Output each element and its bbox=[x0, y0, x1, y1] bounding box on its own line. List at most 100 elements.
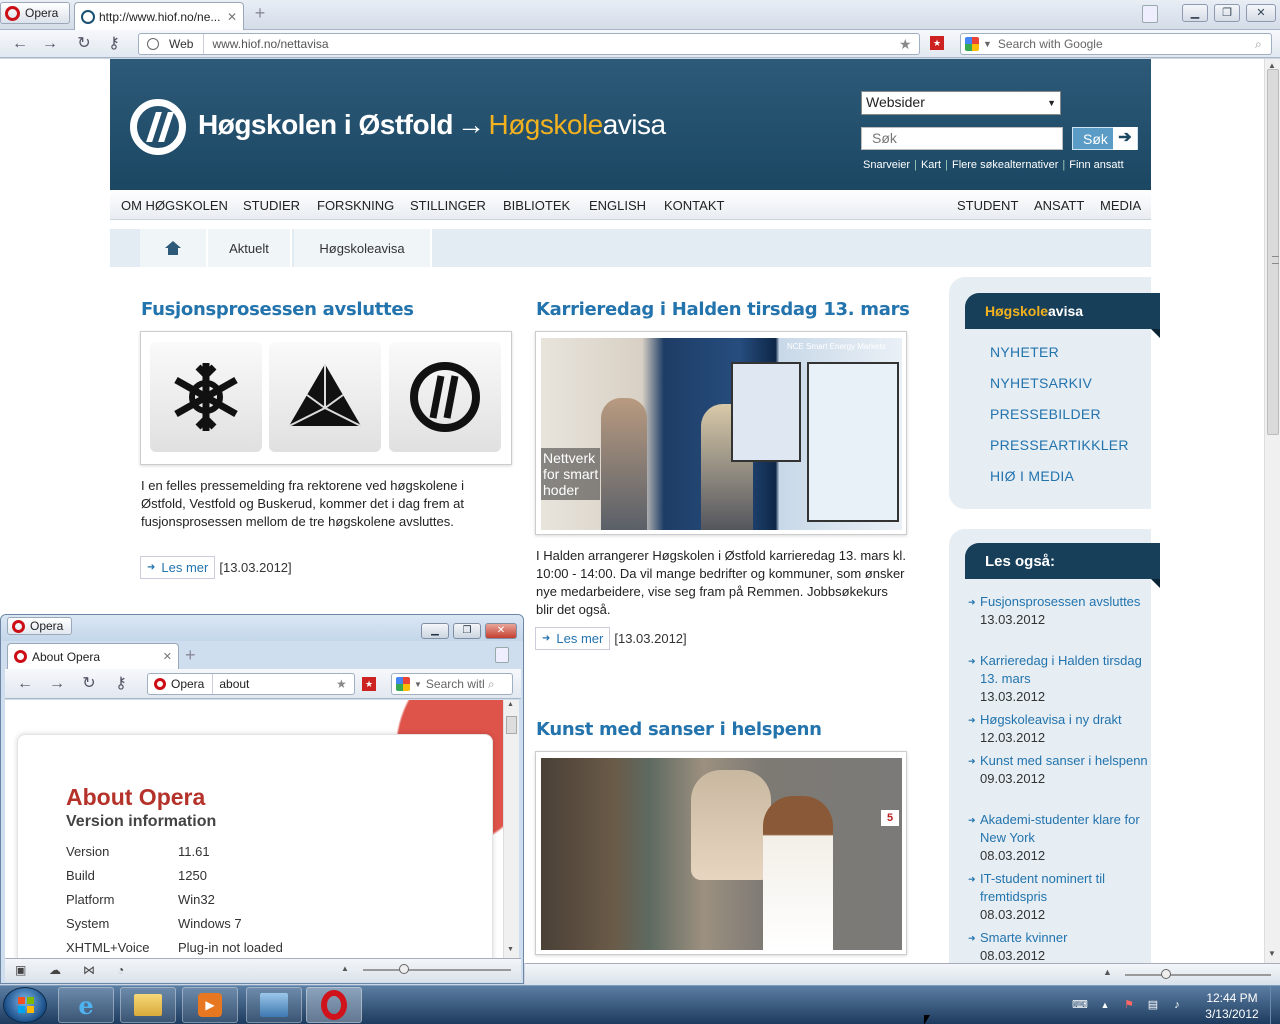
nav-forskning[interactable]: FORSKNING bbox=[317, 198, 394, 213]
scroll-down-icon[interactable]: ▼ bbox=[1268, 949, 1276, 958]
show-desktop-button[interactable] bbox=[1270, 986, 1280, 1024]
site-search-input[interactable]: Søk bbox=[861, 127, 1063, 150]
wand-key-icon[interactable]: ⚷ bbox=[104, 35, 124, 53]
forward-icon[interactable]: → bbox=[40, 35, 60, 53]
address-bar[interactable]: Web www.hiof.no/nettavisa ★ bbox=[138, 33, 920, 55]
les-ogsa-link[interactable]: Smarte kvinner bbox=[968, 929, 1153, 947]
zoom-knob[interactable] bbox=[399, 964, 409, 974]
speed-dial-icon[interactable]: ★ bbox=[930, 36, 944, 50]
article-1-title[interactable]: Fusjonsprosessen avsluttes bbox=[141, 299, 414, 320]
scroll-up-icon[interactable]: ▲ bbox=[507, 701, 514, 708]
scrollbar-thumb[interactable] bbox=[506, 716, 517, 734]
restore-button[interactable]: ❐ bbox=[453, 623, 481, 639]
search-icon[interactable]: ⌕ bbox=[1255, 37, 1271, 52]
about-window-menu[interactable]: Opera bbox=[7, 617, 73, 635]
new-tab-button[interactable]: + bbox=[250, 4, 270, 24]
network-tray-icon[interactable]: ▤ bbox=[1146, 998, 1160, 1012]
new-tab-button[interactable]: + bbox=[185, 645, 196, 666]
search-icon[interactable]: ⌕ bbox=[488, 677, 495, 692]
quicklink-flere[interactable]: Flere søkealternativer bbox=[950, 159, 1060, 171]
nav-english[interactable]: ENGLISH bbox=[589, 198, 646, 213]
taskbar-media-player[interactable]: ▶ bbox=[182, 987, 238, 1023]
zoom-slider[interactable] bbox=[363, 969, 511, 971]
forward-icon[interactable]: → bbox=[47, 675, 67, 693]
site-search-button[interactable]: Søk ➔ bbox=[1072, 127, 1138, 150]
sidebar-link-nyheter[interactable]: NYHETER bbox=[990, 344, 1059, 360]
close-tab-icon[interactable]: ✕ bbox=[227, 10, 237, 24]
nav-ansatt[interactable]: ANSATT bbox=[1034, 198, 1084, 213]
les-ogsa-link[interactable]: IT-student nominert til fremtidspris bbox=[968, 870, 1153, 906]
restore-button[interactable]: ❐ bbox=[1214, 4, 1240, 22]
zoom-up-icon[interactable]: ▲ bbox=[341, 964, 349, 973]
search-field[interactable]: ▼ Search with Google ⌕ bbox=[391, 673, 513, 695]
site-search-scope-select[interactable]: Websider ▼ bbox=[861, 91, 1061, 115]
page-scrollbar[interactable]: ▲ ▼ bbox=[1264, 59, 1280, 963]
minimize-button[interactable]: ▁ bbox=[421, 623, 449, 639]
les-ogsa-link[interactable]: Kunst med sanser i helspenn bbox=[968, 752, 1153, 770]
minimize-button[interactable]: ▁ bbox=[1182, 4, 1208, 22]
article-3-image[interactable]: 5 bbox=[535, 751, 907, 955]
article-3-title[interactable]: Kunst med sanser i helspenn bbox=[536, 719, 822, 740]
reload-icon[interactable]: ↻ bbox=[74, 35, 94, 53]
chevron-down-icon[interactable]: ▼ bbox=[983, 39, 992, 49]
hiof-logo-icon[interactable] bbox=[130, 99, 186, 155]
nav-stillinger[interactable]: STILLINGER bbox=[410, 198, 486, 213]
breadcrumb-hogskoleavisa[interactable]: Høgskoleavisa bbox=[294, 229, 432, 267]
taskbar-network[interactable] bbox=[246, 987, 302, 1023]
about-scrollbar[interactable]: ▲ ▼ bbox=[503, 700, 519, 958]
bookmark-star-icon[interactable]: ★ bbox=[336, 677, 354, 691]
close-window-button[interactable]: ✕ bbox=[485, 623, 517, 639]
back-icon[interactable]: ← bbox=[10, 35, 30, 53]
nav-studier[interactable]: STUDIER bbox=[243, 198, 300, 213]
les-ogsa-link[interactable]: Høgskoleavisa i ny drakt bbox=[968, 711, 1153, 729]
close-window-button[interactable]: ✕ bbox=[1246, 4, 1276, 22]
panel-toggle-icon[interactable]: ▣ bbox=[15, 963, 26, 977]
les-ogsa-link[interactable]: Akademi-studenter klare for New York bbox=[968, 811, 1153, 847]
search-field[interactable]: ▼ Search with Google ⌕ bbox=[960, 33, 1272, 55]
address-url[interactable]: about bbox=[213, 677, 336, 691]
keyboard-icon[interactable]: ⌨ bbox=[1072, 998, 1088, 1012]
speed-dial-icon[interactable]: ★ bbox=[362, 677, 376, 691]
nav-om-hogskolen[interactable]: OM HØGSKOLEN bbox=[121, 198, 228, 213]
address-security-badge[interactable]: Opera bbox=[148, 674, 214, 694]
taskbar-explorer[interactable] bbox=[120, 987, 176, 1023]
quicklink-finn-ansatt[interactable]: Finn ansatt bbox=[1067, 159, 1125, 171]
chevron-down-icon[interactable]: ▼ bbox=[414, 680, 422, 689]
action-center-icon[interactable]: ⚑ bbox=[1122, 998, 1136, 1012]
speed-gauge-icon[interactable]: ◔ bbox=[117, 963, 124, 977]
nav-bibliotek[interactable]: BIBLIOTEK bbox=[503, 198, 570, 213]
article-2-title[interactable]: Karrieredag i Halden tirsdag 13. mars bbox=[536, 299, 910, 320]
cloud-icon[interactable]: ☁ bbox=[49, 963, 61, 977]
opera-menu-button[interactable]: Opera bbox=[0, 2, 70, 24]
address-security-badge[interactable]: Web bbox=[139, 34, 205, 54]
les-mer-button[interactable]: Les mer bbox=[535, 627, 611, 650]
scrollbar-thumb[interactable] bbox=[1267, 69, 1279, 435]
nav-student[interactable]: STUDENT bbox=[957, 198, 1018, 213]
breadcrumb-aktuelt[interactable]: Aktuelt bbox=[208, 229, 292, 267]
nav-kontakt[interactable]: KONTAKT bbox=[664, 198, 724, 213]
scroll-down-icon[interactable]: ▼ bbox=[507, 946, 514, 953]
nav-media[interactable]: MEDIA bbox=[1100, 198, 1141, 213]
breadcrumb-home[interactable] bbox=[140, 229, 208, 267]
bookmark-star-icon[interactable]: ★ bbox=[899, 36, 919, 53]
back-icon[interactable]: ← bbox=[15, 675, 35, 693]
site-brand[interactable]: Høgskolen i Østfold → Høgskoleavisa bbox=[198, 109, 666, 141]
taskbar-opera[interactable] bbox=[306, 987, 362, 1023]
tab-about-opera[interactable]: About Opera ✕ bbox=[7, 643, 179, 669]
close-tab-icon[interactable]: ✕ bbox=[163, 650, 172, 663]
address-bar[interactable]: Opera about ★ bbox=[147, 673, 355, 695]
taskbar-internet-explorer[interactable]: e bbox=[58, 987, 114, 1023]
les-mer-button[interactable]: Les mer bbox=[140, 556, 216, 579]
start-button[interactable] bbox=[3, 987, 47, 1023]
sidebar-link-hio-i-media[interactable]: HIØ I MEDIA bbox=[990, 468, 1074, 484]
sidebar-link-pressebilder[interactable]: PRESSEBILDER bbox=[990, 406, 1101, 422]
reload-icon[interactable]: ↻ bbox=[79, 675, 99, 693]
share-icon[interactable]: ⋈ bbox=[83, 963, 95, 977]
sidebar-link-nyhetsarkiv[interactable]: NYHETSARKIV bbox=[990, 375, 1092, 391]
zoom-slider[interactable] bbox=[1125, 974, 1271, 976]
quicklink-kart[interactable]: Kart bbox=[919, 159, 943, 171]
zoom-up-icon[interactable]: ▲ bbox=[1103, 967, 1112, 977]
les-ogsa-link[interactable]: Fusjonsprosessen avsluttes bbox=[968, 593, 1153, 611]
address-url[interactable]: www.hiof.no/nettavisa bbox=[204, 37, 899, 51]
trash-icon[interactable] bbox=[495, 647, 509, 663]
